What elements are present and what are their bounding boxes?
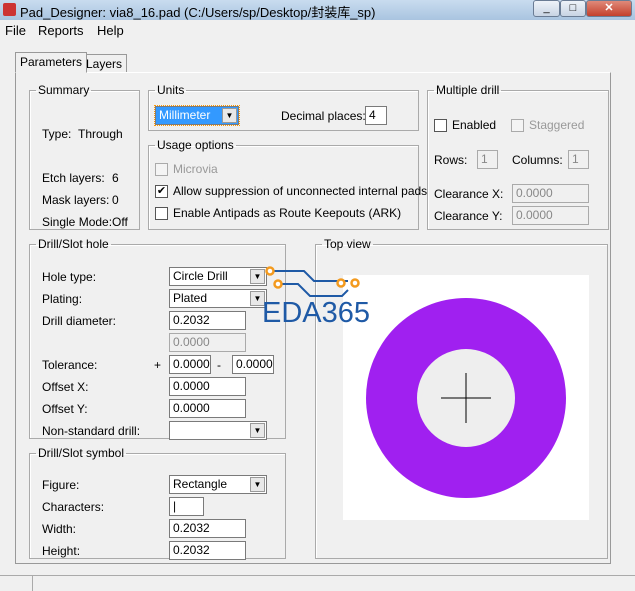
- chevron-down-icon: ▼: [250, 477, 265, 492]
- hole-type-label: Hole type:: [42, 270, 97, 284]
- width-label: Width:: [42, 522, 77, 536]
- single-mode-value: Off: [112, 215, 128, 229]
- multiple-drill-group: Multiple drill Enabled Staggered Rows: 1…: [427, 83, 609, 230]
- enabled-label: Enabled: [452, 118, 497, 132]
- offset-x-input[interactable]: 0.0000: [169, 377, 246, 396]
- columns-label: Columns:: [512, 153, 563, 167]
- type-label: Type:: [42, 127, 72, 141]
- units-value: Millimeter: [159, 108, 211, 122]
- ark-checkbox[interactable]: [155, 207, 168, 220]
- columns-input[interactable]: 1: [568, 150, 589, 169]
- minus-sign: -: [217, 358, 221, 372]
- tab-parameters[interactable]: Parameters: [15, 52, 88, 73]
- microvia-checkbox[interactable]: [155, 163, 168, 176]
- decimal-places-input[interactable]: 4: [365, 106, 387, 125]
- summary-group: Summary Type: Through Etch layers: 6 Mas…: [29, 83, 140, 230]
- hole-type-value: Circle Drill: [173, 269, 228, 283]
- offset-x-label: Offset X:: [42, 380, 89, 394]
- units-legend: Units: [157, 83, 185, 97]
- allow-suppression-checkbox[interactable]: ✔: [155, 185, 168, 198]
- hole-type-select[interactable]: Circle Drill ▼: [169, 267, 267, 286]
- summary-legend: Summary: [38, 83, 90, 97]
- tolerance-plus-input[interactable]: 0.0000: [169, 355, 211, 374]
- chevron-down-icon: ▼: [222, 108, 237, 123]
- staggered-label: Staggered: [529, 118, 585, 132]
- app-icon: [3, 3, 16, 16]
- menu-file[interactable]: File: [5, 23, 26, 38]
- drill-diameter-secondary-input[interactable]: 0.0000: [169, 333, 246, 352]
- minimize-button[interactable]: _: [533, 0, 560, 17]
- menu-help[interactable]: Help: [97, 23, 124, 38]
- height-input[interactable]: 0.2032: [169, 541, 246, 560]
- units-select[interactable]: Millimeter ▼: [154, 105, 240, 126]
- offset-y-input[interactable]: 0.0000: [169, 399, 246, 418]
- staggered-checkbox[interactable]: [511, 119, 524, 132]
- characters-input[interactable]: |: [169, 497, 204, 516]
- symbol-legend: Drill/Slot symbol: [38, 446, 125, 460]
- drill-slot-symbol-group: Drill/Slot symbol Figure: Rectangle ▼ Cha…: [29, 446, 286, 560]
- clearance-y-label: Clearance Y:: [434, 209, 503, 223]
- usage-legend: Usage options: [157, 138, 234, 152]
- figure-value: Rectangle: [173, 477, 228, 491]
- maximize-button[interactable]: □: [560, 0, 586, 17]
- plating-label: Plating:: [42, 292, 83, 306]
- eda365-logo: EDA365: [262, 266, 370, 329]
- plating-select[interactable]: Plated ▼: [169, 289, 267, 308]
- close-button[interactable]: ✕: [586, 0, 632, 17]
- clearance-y-input[interactable]: 0.0000: [512, 206, 589, 225]
- figure-label: Figure:: [42, 478, 80, 492]
- watermark-text: EDA365: [262, 297, 370, 329]
- multiple-drill-legend: Multiple drill: [436, 83, 500, 97]
- non-standard-drill-select[interactable]: ▼: [169, 421, 267, 440]
- type-value: Through: [78, 127, 123, 141]
- tolerance-label: Tolerance:: [42, 358, 98, 372]
- window-title: Pad_Designer: via8_16.pad (C:/Users/sp/D…: [20, 5, 376, 20]
- drill-legend: Drill/Slot hole: [38, 237, 109, 251]
- allow-suppression-label: Allow suppression of unconnected interna…: [173, 184, 428, 198]
- rows-label: Rows:: [434, 153, 468, 167]
- usage-group: Usage options Microvia ✔ Allow suppressi…: [148, 138, 427, 230]
- tolerance-minus-input[interactable]: 0.0000: [232, 355, 274, 374]
- ark-label: Enable Antipads as Route Keepouts (ARK): [173, 206, 402, 220]
- microvia-label: Microvia: [173, 162, 218, 176]
- title-bar: Pad_Designer: via8_16.pad (C:/Users/sp/D…: [0, 0, 635, 20]
- drill-diameter-label: Drill diameter:: [42, 314, 117, 328]
- clearance-x-input[interactable]: 0.0000: [512, 184, 589, 203]
- top-view-canvas: [343, 275, 589, 520]
- menu-reports[interactable]: Reports: [38, 23, 84, 38]
- enabled-checkbox[interactable]: [434, 119, 447, 132]
- clearance-x-label: Clearance X:: [434, 187, 504, 201]
- etch-label: Etch layers:: [42, 171, 105, 185]
- chevron-down-icon: ▼: [250, 423, 265, 438]
- status-bar: [0, 575, 635, 591]
- characters-label: Characters:: [42, 500, 105, 514]
- single-mode-label: Single Mode:: [42, 215, 113, 229]
- etch-value: 6: [112, 171, 119, 185]
- rows-input[interactable]: 1: [477, 150, 498, 169]
- tab-layers[interactable]: Layers: [81, 54, 128, 73]
- plus-sign: +: [154, 358, 162, 372]
- decimal-label: Decimal places:: [281, 109, 366, 123]
- units-group: Units Millimeter ▼ Decimal places: 4: [148, 83, 419, 131]
- drill-diameter-input[interactable]: 0.2032: [169, 311, 246, 330]
- width-input[interactable]: 0.2032: [169, 519, 246, 538]
- height-label: Height:: [42, 544, 81, 558]
- offset-y-label: Offset Y:: [42, 402, 88, 416]
- mask-label: Mask layers:: [42, 193, 110, 207]
- plating-value: Plated: [173, 291, 208, 305]
- drill-slot-hole-group: Drill/Slot hole Hole type: Circle Drill ▼…: [29, 237, 286, 440]
- figure-select[interactable]: Rectangle ▼: [169, 475, 267, 494]
- mask-value: 0: [112, 193, 119, 207]
- non-standard-drill-label: Non-standard drill:: [42, 424, 141, 438]
- top-view-legend: Top view: [324, 237, 371, 251]
